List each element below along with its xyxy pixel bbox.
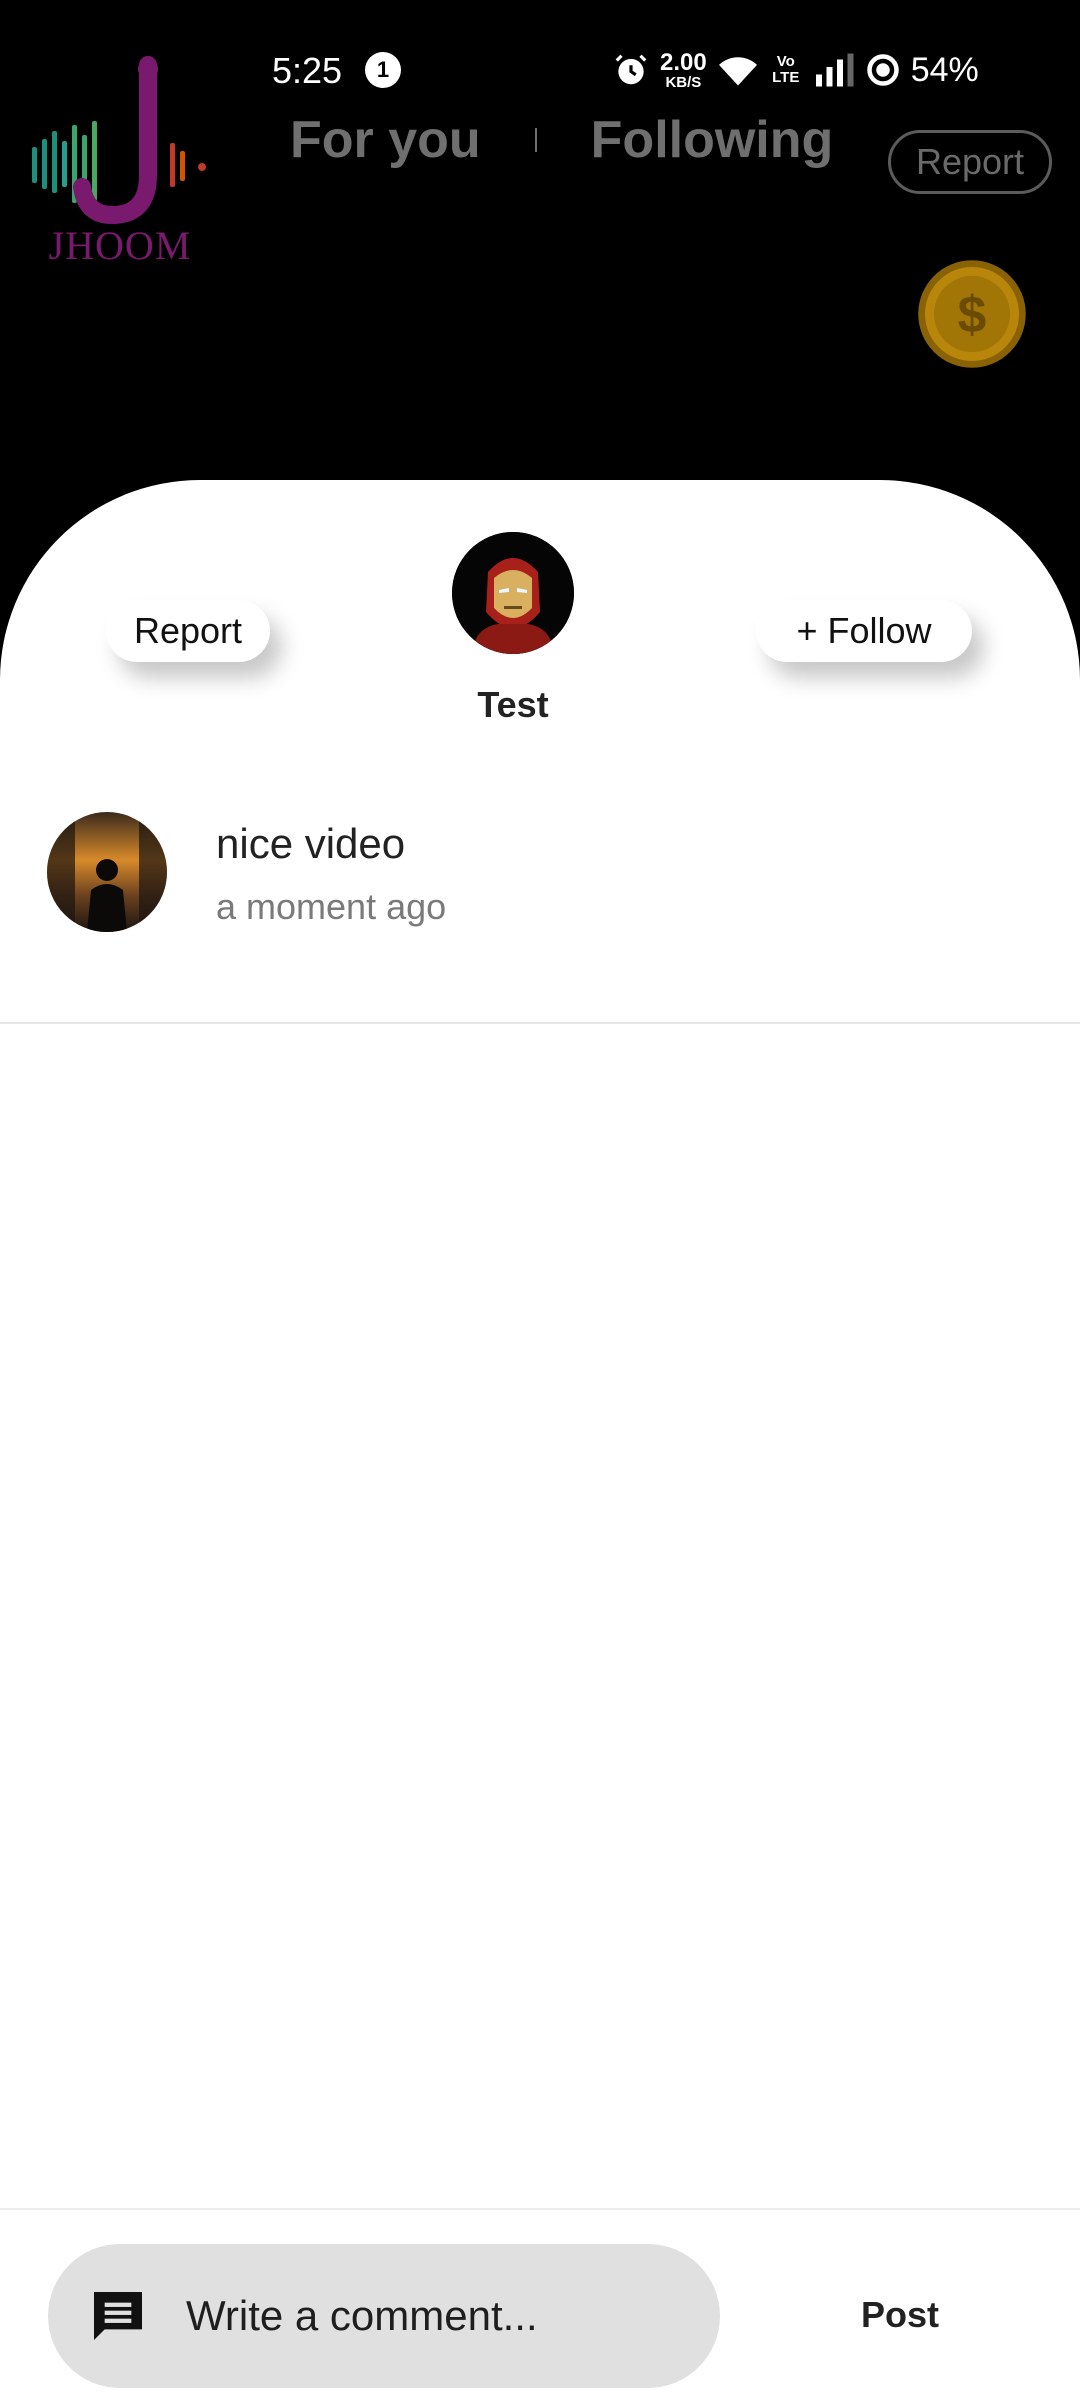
comments-sheet: Report Test + Follow nice video a moment… xyxy=(0,480,1080,2400)
author-avatar[interactable] xyxy=(452,532,574,654)
coin-icon[interactable]: $ xyxy=(916,258,1028,370)
alarm-icon xyxy=(615,54,647,85)
tab-following[interactable]: Following xyxy=(591,110,834,170)
author-name: Test xyxy=(477,684,549,725)
battery-icon xyxy=(866,54,899,86)
feed-tabs: For you Following xyxy=(290,105,833,175)
commenter-avatar[interactable] xyxy=(47,812,167,932)
logo-text: JHOOM xyxy=(48,223,192,268)
status-time: 5:25 xyxy=(272,50,343,91)
tab-for-you[interactable]: For you xyxy=(290,110,481,170)
comment-composer: Post xyxy=(0,2208,1080,2402)
comment-item: nice video a moment ago xyxy=(0,804,1080,1024)
comment-input-container[interactable] xyxy=(48,2244,720,2388)
notification-badge: 1 xyxy=(365,52,401,88)
video-area: 5:25 1 2.00 KB/S Vo LTE 54% JHOOM For yo… xyxy=(0,0,1080,560)
signal-icon xyxy=(815,53,854,87)
net-speed-unit: KB/S xyxy=(665,73,702,91)
post-button[interactable]: Post xyxy=(850,2294,950,2336)
ironman-avatar-image xyxy=(452,532,574,654)
report-video-button[interactable]: Report xyxy=(888,130,1052,194)
battery-percent: 54% xyxy=(910,50,979,89)
comment-input[interactable] xyxy=(184,2291,688,2341)
network-speed: 2.00 KB/S xyxy=(660,48,707,91)
comment-text: nice video xyxy=(216,820,406,867)
comment-time: a moment ago xyxy=(216,886,447,927)
report-button[interactable]: Report xyxy=(106,600,270,662)
net-speed-value: 2.00 xyxy=(660,48,707,76)
svg-text:$: $ xyxy=(958,285,987,343)
commenter-avatar-image xyxy=(47,812,167,932)
volte-icon: Vo LTE xyxy=(772,53,800,86)
tab-divider xyxy=(534,128,537,152)
logo-mark xyxy=(32,56,206,225)
status-icons: 2.00 KB/S Vo LTE 54% xyxy=(612,48,979,92)
follow-button[interactable]: + Follow xyxy=(756,600,972,662)
jhoom-logo: JHOOM xyxy=(30,55,210,268)
wifi-icon xyxy=(718,57,757,86)
chat-icon xyxy=(94,2292,142,2340)
